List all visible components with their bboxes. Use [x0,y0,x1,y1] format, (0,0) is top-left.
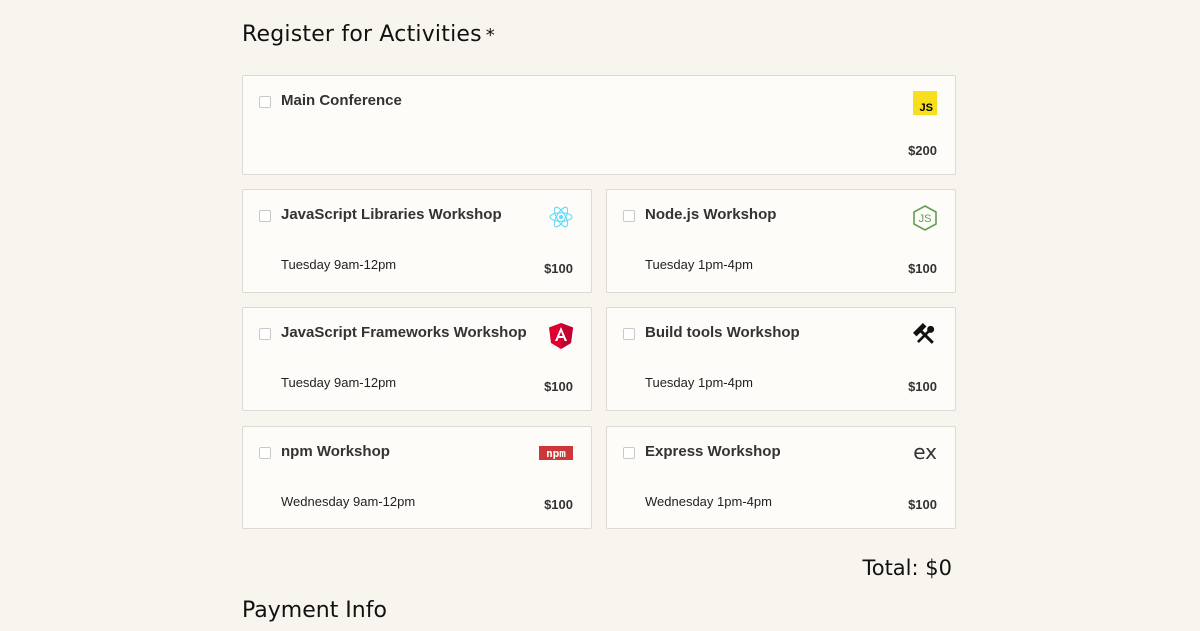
activity-price: $100 [544,497,573,512]
activity-time: Tuesday 1pm-4pm [645,375,753,390]
activity-price: $100 [544,261,573,276]
activity-card-main-conference[interactable]: Main Conference JS $200 [242,75,956,175]
activity-checkbox[interactable] [259,447,271,459]
activity-checkbox[interactable] [623,328,635,340]
activity-title: Express Workshop [645,443,781,460]
activity-time: Tuesday 9am-12pm [281,375,397,390]
heading-text: Register for Activities [242,22,482,47]
activity-checkbox[interactable] [259,96,271,108]
activity-checkbox[interactable] [623,447,635,459]
required-mark: * [485,25,495,46]
activity-time: Tuesday 1pm-4pm [645,257,753,272]
section-heading: Register for Activities * [242,22,495,47]
total-amount: Total: $0 [862,556,952,580]
activity-title: npm Workshop [281,443,390,460]
build-tools-icon [912,322,937,352]
js-logo-text: JS [920,102,933,114]
activity-checkbox[interactable] [259,210,271,222]
activity-time: Wednesday 1pm-4pm [645,494,772,509]
npm-logo-text: npm [546,447,566,460]
nodejs-logo-icon: JS [913,205,937,236]
express-logo-icon: ex [913,440,937,464]
javascript-logo-icon: JS [913,91,937,120]
activity-card-npm[interactable]: npm Workshop npm Wednesday 9am-12pm $100 [242,426,592,529]
activity-card-js-libraries[interactable]: JavaScript Libraries Workshop Tuesday 9a… [242,189,592,293]
angular-logo-icon [549,323,573,354]
activity-title: Build tools Workshop [645,324,800,341]
activity-title: Main Conference [281,92,402,109]
activity-title: JavaScript Libraries Workshop [281,206,502,223]
activity-price: $200 [908,143,937,158]
activity-checkbox[interactable] [623,210,635,222]
activity-card-build-tools[interactable]: Build tools Workshop Tuesday 1pm-4pm $10… [606,307,956,411]
activity-card-js-frameworks[interactable]: JavaScript Frameworks Workshop Tuesday 9… [242,307,592,411]
activity-title: JavaScript Frameworks Workshop [281,324,527,341]
activity-card-express[interactable]: Express Workshop ex Wednesday 1pm-4pm $1… [606,426,956,529]
activity-price: $100 [908,379,937,394]
react-logo-icon [549,205,573,234]
activity-price: $100 [544,379,573,394]
activity-title: Node.js Workshop [645,206,777,223]
activity-checkbox[interactable] [259,328,271,340]
npm-logo-icon: npm [539,446,573,465]
nodejs-logo-text: JS [919,213,932,225]
activity-time: Tuesday 9am-12pm [281,257,397,272]
activity-time: Wednesday 9am-12pm [281,494,416,509]
activity-price: $100 [908,261,937,276]
payment-info-heading: Payment Info [242,598,387,623]
activity-price: $100 [908,497,937,512]
activity-card-nodejs[interactable]: Node.js Workshop JS Tuesday 1pm-4pm $100 [606,189,956,293]
